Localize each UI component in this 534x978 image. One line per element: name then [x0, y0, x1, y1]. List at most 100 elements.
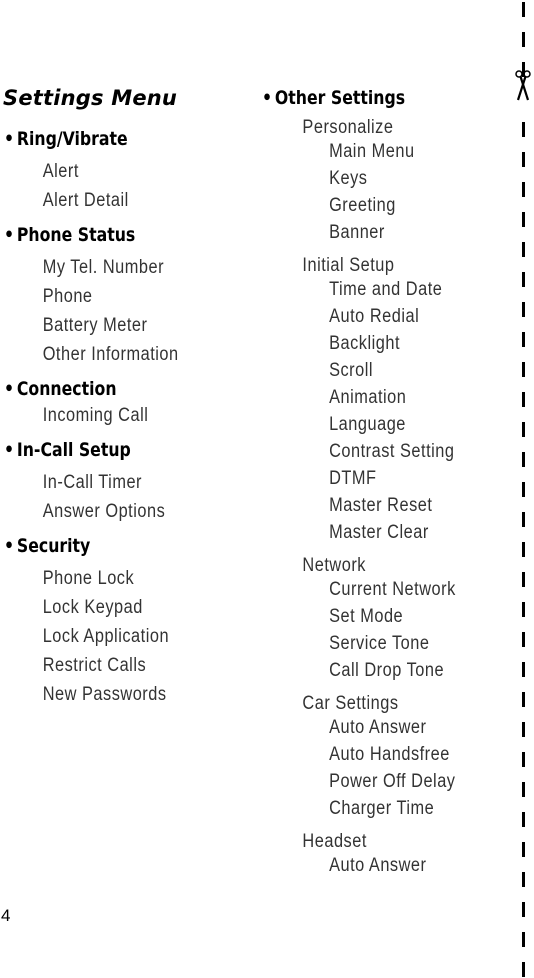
menu-item: Scroll [329, 360, 374, 381]
cut-line-dash [522, 422, 525, 437]
cut-line-dash [522, 332, 525, 347]
cut-line-dash [522, 572, 525, 587]
bullet: • [262, 87, 273, 109]
menu-item: Contrast Setting [329, 441, 455, 462]
menu-item: New Passwords [42, 684, 167, 705]
cut-line-dash [522, 782, 525, 797]
section-heading: • In-Call Setup [4, 438, 225, 462]
cut-line-dash [522, 32, 525, 47]
menu-item: Service Tone [329, 633, 430, 654]
cut-line-dash [522, 632, 525, 647]
section-heading: • Connection [4, 377, 225, 401]
cut-line-dash [522, 182, 525, 197]
menu-item: Phone [42, 286, 93, 307]
item-list: Alert Alert Detail [4, 157, 244, 215]
cut-line-dash [522, 542, 525, 557]
group-label: Network [302, 555, 366, 576]
bullet: • [4, 128, 15, 150]
cut-line-dash [522, 362, 525, 377]
item-list: My Tel. Number Phone Battery Meter Other… [4, 253, 244, 369]
menu-item: Main Menu [329, 141, 415, 162]
cut-line-dash [522, 122, 525, 137]
menu-item: Auto Handsfree [329, 744, 450, 765]
heading-text: In-Call Setup [16, 439, 131, 461]
cut-line [522, 0, 526, 978]
menu-item: Language [329, 414, 406, 435]
section-heading-other-settings: • Other Settings [262, 86, 483, 110]
group-personalize: Personalize Main Menu Keys Greeting Bann… [262, 118, 502, 246]
section-phone-status: • Phone Status My Tel. Number Phone Batte… [4, 223, 244, 369]
menu-item: Banner [329, 222, 385, 243]
menu-item: Master Clear [329, 522, 429, 543]
cut-line-dash [522, 392, 525, 407]
menu-item: Charger Time [329, 798, 435, 819]
menu-item: Greeting [329, 195, 396, 216]
menu-item: Lock Keypad [42, 597, 143, 618]
group-initial-setup: Initial Setup Time and Date Auto Redial … [262, 256, 502, 546]
menu-item: Set Mode [329, 606, 404, 627]
menu-item: Master Reset [329, 495, 433, 516]
heading-text: Other Settings [274, 87, 406, 109]
menu-item: Alert [42, 161, 79, 182]
group-network: Network Current Network Set Mode Service… [262, 556, 502, 684]
menu-item: Lock Application [42, 626, 170, 647]
cut-line-dash [522, 452, 525, 467]
cut-line-dash [522, 692, 525, 707]
menu-item: Incoming Call [42, 405, 149, 426]
bullet: • [4, 378, 15, 400]
menu-item: Call Drop Tone [329, 660, 445, 681]
heading-text: Security [16, 535, 91, 557]
cut-line-dash [522, 812, 525, 827]
menu-item: Phone Lock [42, 568, 135, 589]
heading-text: Ring/Vibrate [16, 128, 128, 150]
heading-text: Phone Status [16, 224, 136, 246]
menu-item: Animation [329, 387, 407, 408]
cut-line-dash [522, 602, 525, 617]
section-heading: • Security [4, 534, 225, 558]
group-label: Car Settings [302, 693, 399, 714]
section-security: • Security Phone Lock Lock Keypad Lock Ap… [4, 534, 244, 709]
menu-item: Restrict Calls [42, 655, 147, 676]
scissors-icon [515, 70, 531, 101]
page-title: Settings Menu [3, 86, 178, 110]
menu-item: Auto Redial [329, 306, 420, 327]
cut-line-dash [522, 272, 525, 287]
bullet: • [4, 535, 15, 557]
cut-line-dash [522, 2, 525, 17]
cut-line-dash [522, 512, 525, 527]
section-heading: • Phone Status [4, 223, 225, 247]
cut-line-dash [522, 152, 525, 167]
menu-item: Auto Answer [329, 855, 427, 876]
group-label: Initial Setup [302, 255, 395, 276]
menu-item: Time and Date [329, 279, 443, 300]
group-headset: Headset Auto Answer [262, 832, 502, 879]
right-column: • Other Settings Personalize Main Menu Ke… [262, 86, 502, 879]
cut-line-dash [522, 752, 525, 767]
bullet: • [4, 224, 15, 246]
section-heading: • Ring/Vibrate [4, 127, 225, 151]
item-list: Incoming Call [4, 401, 244, 430]
cut-line-dash [522, 482, 525, 497]
menu-item: My Tel. Number [42, 257, 165, 278]
cut-line-dash [522, 932, 525, 947]
cut-line-dash [522, 872, 525, 887]
section-ring-vibrate: • Ring/Vibrate Alert Alert Detail [4, 127, 244, 215]
heading-text: Connection [16, 378, 117, 400]
cut-line-dash [522, 212, 525, 227]
group-label: Headset [302, 831, 367, 852]
cut-line-dash [522, 902, 525, 917]
menu-item: Battery Meter [42, 315, 148, 336]
menu-item: Alert Detail [42, 190, 129, 211]
menu-item: Power Off Delay [329, 771, 456, 792]
item-list: In-Call Timer Answer Options [4, 468, 244, 526]
menu-item: Other Information [42, 344, 179, 365]
page-number: 4 [1, 906, 11, 925]
menu-item: In-Call Timer [42, 472, 143, 493]
menu-item: Keys [329, 168, 368, 189]
cut-line-dash [522, 842, 525, 857]
menu-item: Backlight [329, 333, 401, 354]
menu-item: Answer Options [42, 501, 166, 522]
left-column: • Ring/Vibrate Alert Alert Detail • Phone … [4, 127, 244, 717]
cut-line-dash [522, 962, 525, 977]
menu-item: Auto Answer [329, 717, 427, 738]
